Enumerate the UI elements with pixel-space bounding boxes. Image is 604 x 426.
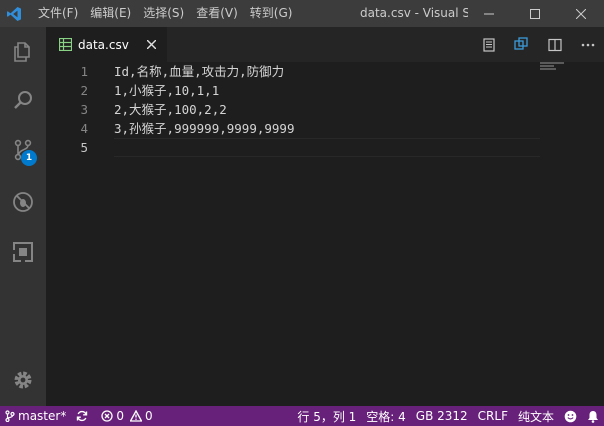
- maximize-button[interactable]: [512, 0, 558, 27]
- sync-icon: [76, 410, 88, 422]
- editor-area[interactable]: 1 Id,名称,血量,攻击力,防御力 2 1,小猴子,10,1,1 3 2,大猴…: [46, 62, 604, 406]
- split-editor-icon: [547, 38, 562, 51]
- manage-button[interactable]: [0, 357, 46, 403]
- open-preview-button[interactable]: [472, 27, 505, 62]
- split-editor-button[interactable]: [538, 27, 571, 62]
- line-number: 5: [80, 140, 88, 155]
- close-icon: [146, 39, 156, 49]
- bell-icon: [588, 410, 598, 423]
- close-icon: [576, 8, 586, 19]
- line-number: 1: [80, 64, 88, 79]
- warning-icon: [129, 410, 142, 422]
- tab-data-csv[interactable]: data.csv: [46, 27, 167, 62]
- branch-status[interactable]: master*: [0, 406, 71, 426]
- menu-view[interactable]: 查看(V): [190, 0, 244, 27]
- debug-button[interactable]: [0, 179, 46, 225]
- cursor-position[interactable]: 行 5，列 1: [292, 406, 361, 426]
- line-text[interactable]: 1,小猴子,10,1,1: [114, 81, 219, 100]
- line-text[interactable]: Id,名称,血量,攻击力,防御力: [114, 62, 284, 81]
- activity-bar: 1: [0, 27, 46, 406]
- menu-go[interactable]: 转到(G): [244, 0, 299, 27]
- close-window-button[interactable]: [558, 0, 604, 27]
- menu-edit[interactable]: 编辑(E): [84, 0, 137, 27]
- notifications-button[interactable]: [582, 406, 604, 426]
- vscode-logo-icon: [0, 0, 28, 27]
- preview-icon: [482, 37, 495, 52]
- indentation-status[interactable]: 空格: 4: [361, 406, 411, 426]
- editor-actions: [472, 27, 604, 62]
- error-count: 0: [116, 409, 124, 423]
- code-line: 3 2,大猴子,100,2,2: [46, 100, 604, 119]
- window-title: data.csv - Visual S: [360, 6, 468, 20]
- extensions-icon: [12, 242, 33, 263]
- code-line: 4 3,孙猴子,999999,9999,9999: [46, 119, 604, 138]
- tab-close-button[interactable]: [143, 36, 159, 52]
- line-text[interactable]: 2,大猴子,100,2,2: [114, 100, 227, 119]
- debug-icon: [13, 192, 33, 212]
- smiley-icon: [564, 410, 577, 422]
- source-control-button[interactable]: 1: [0, 127, 46, 173]
- error-icon: [101, 410, 113, 422]
- problems-status[interactable]: 0 0: [96, 406, 157, 426]
- menu-bar: 文件(F) 编辑(E) 选择(S) 查看(V) 转到(G): [32, 0, 298, 27]
- code-line: 2 1,小猴子,10,1,1: [46, 81, 604, 100]
- search-view-button[interactable]: [0, 77, 46, 123]
- explorer-button[interactable]: [0, 29, 46, 75]
- search-icon: [14, 91, 32, 109]
- minimize-icon: [484, 13, 494, 14]
- code-line: 1 Id,名称,血量,攻击力,防御力: [46, 62, 604, 81]
- language-mode[interactable]: 纯文本: [513, 406, 559, 426]
- tab-label: data.csv: [78, 37, 129, 52]
- status-bar: master* 0 0 行 5，列 1 空格: 4 GB 2312 CRLF 纯…: [0, 406, 604, 426]
- title-bar: 文件(F) 编辑(E) 选择(S) 查看(V) 转到(G) data.csv -…: [0, 0, 604, 27]
- eol-status[interactable]: CRLF: [473, 406, 513, 426]
- scm-badge: 1: [21, 150, 37, 166]
- branch-name: master*: [18, 409, 67, 423]
- code-line: 5: [46, 138, 604, 157]
- menu-selection[interactable]: 选择(S): [137, 0, 190, 27]
- open-changes-button[interactable]: [505, 27, 538, 62]
- git-branch-icon: [5, 410, 15, 422]
- encoding-status[interactable]: GB 2312: [411, 406, 473, 426]
- line-number: 4: [80, 121, 88, 136]
- minimize-button[interactable]: [466, 0, 512, 27]
- line-number: 2: [80, 83, 88, 98]
- ellipsis-icon: [581, 43, 594, 46]
- csv-file-icon: [58, 38, 72, 52]
- tab-bar: data.csv: [46, 27, 604, 62]
- line-number: 3: [80, 102, 88, 117]
- compare-changes-icon: [514, 37, 528, 50]
- gear-icon: [14, 371, 32, 389]
- sync-button[interactable]: [71, 406, 96, 426]
- feedback-button[interactable]: [559, 406, 582, 426]
- line-text[interactable]: 3,孙猴子,999999,9999,9999: [114, 119, 295, 138]
- maximize-icon: [530, 8, 540, 19]
- extensions-button[interactable]: [0, 229, 46, 275]
- status-bar-right: 行 5，列 1 空格: 4 GB 2312 CRLF 纯文本: [292, 406, 604, 426]
- files-icon: [14, 42, 30, 62]
- menu-file[interactable]: 文件(F): [32, 0, 84, 27]
- window-controls: [466, 0, 604, 27]
- minimap[interactable]: [540, 62, 570, 72]
- warning-count: 0: [144, 409, 153, 423]
- more-actions-button[interactable]: [571, 27, 604, 62]
